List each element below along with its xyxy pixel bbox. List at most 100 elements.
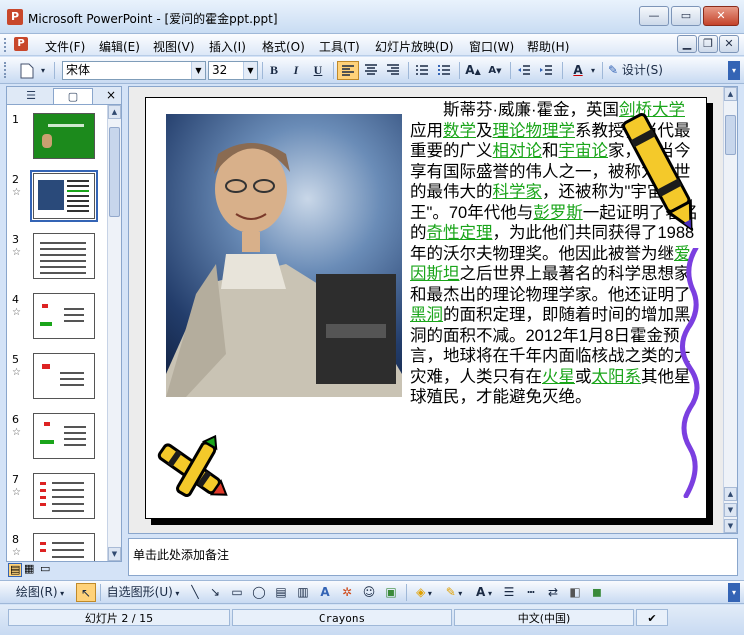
slideshow-view-icon[interactable]: ▭ [40, 563, 50, 575]
close-button[interactable]: ✕ [703, 6, 739, 26]
menu-insert[interactable]: 插入(I) [206, 37, 249, 56]
hawking-photo[interactable] [166, 114, 402, 397]
link-scientist[interactable]: 科学家 [493, 183, 543, 201]
chevron-down-icon[interactable]: ▼ [243, 62, 257, 79]
link-penrose[interactable]: 彭罗斯 [533, 204, 583, 222]
link-black-hole[interactable]: 黑洞 [410, 306, 443, 324]
font-color-button[interactable]: A [568, 61, 588, 80]
slide-thumbnail-7[interactable]: 7 ☆ [7, 473, 107, 527]
line-style-icon[interactable]: ☰ [500, 583, 518, 602]
slide-thumbnail-5[interactable]: 5 ☆ [7, 353, 107, 407]
link-solar-system[interactable]: 太阳系 [592, 368, 642, 386]
slide-scrollbar[interactable]: ▲ ▲ ▼ ▼ [723, 87, 737, 533]
link-theoretical-physics[interactable]: 理论物理学 [493, 122, 576, 140]
chevron-down-icon[interactable]: ▼ [191, 62, 205, 79]
thumbnail-image[interactable] [33, 113, 95, 159]
font-size-select[interactable]: 32 ▼ [208, 61, 258, 80]
bold-button[interactable]: B [264, 61, 284, 80]
tab-outline[interactable]: ☰ [11, 88, 51, 104]
increase-indent-button[interactable] [536, 61, 556, 80]
align-center-button[interactable] [361, 61, 381, 80]
vertical-textbox-icon[interactable]: ▥ [294, 583, 312, 602]
menubar-grip[interactable] [4, 38, 8, 52]
menu-edit[interactable]: 编辑(E) [96, 37, 143, 56]
thumbnail-image[interactable] [33, 533, 95, 561]
line-tool-icon[interactable]: ╲ [186, 583, 204, 602]
thumbnail-image[interactable] [33, 293, 95, 339]
scrollbar-thumb[interactable] [109, 127, 120, 217]
drawing-font-color-icon[interactable]: A ▾ [470, 583, 498, 602]
scrollbar-thumb[interactable] [725, 115, 736, 155]
increase-font-size-button[interactable]: A▲ [463, 61, 483, 80]
bullets-button[interactable] [434, 61, 454, 80]
thumbnail-image[interactable] [30, 170, 98, 222]
spelling-check-icon[interactable]: ✔ [636, 609, 668, 626]
crayon-clipart-top[interactable] [620, 100, 700, 240]
thumbnail-image[interactable] [33, 233, 95, 279]
normal-view-icon[interactable]: ▤ [8, 563, 23, 577]
crayons-clipart-bottom[interactable] [148, 428, 234, 512]
slide-sorter-view-icon[interactable]: ▦ [24, 563, 34, 575]
toolbar-options-icon[interactable]: ▾ [728, 61, 740, 80]
align-left-button[interactable] [337, 61, 359, 80]
slide-thumbnail-1[interactable]: 1 [7, 113, 107, 167]
decrease-indent-button[interactable] [514, 61, 534, 80]
wordart-icon[interactable]: A [316, 583, 334, 602]
new-file-dropdown-icon[interactable]: ▾ [38, 61, 48, 80]
menu-window[interactable]: 窗口(W) [466, 37, 517, 56]
design-button[interactable]: ✎ 设计(S) [608, 61, 670, 80]
maximize-button[interactable]: ▭ [671, 6, 701, 26]
font-color-dropdown-icon[interactable]: ▾ [588, 61, 598, 80]
line-color-icon[interactable]: ✎ ▾ [440, 583, 468, 602]
arrow-style-icon[interactable]: ⇄ [544, 583, 562, 602]
doc-restore-button[interactable]: ❐ [698, 35, 718, 53]
slide-thumbnail-6[interactable]: 6 ☆ [7, 413, 107, 467]
diagram-icon[interactable]: ✲ [338, 583, 356, 602]
3d-style-icon[interactable]: ◼ [588, 583, 606, 602]
doc-minimize-button[interactable]: ▁ [677, 35, 697, 53]
arrow-tool-icon[interactable]: ↘ [206, 583, 224, 602]
decrease-font-size-button[interactable]: A▼ [485, 61, 505, 80]
scroll-up-icon[interactable]: ▲ [108, 105, 121, 119]
slide-thumbnail-3[interactable]: 3 ☆ [7, 233, 107, 287]
drawbar-options-icon[interactable]: ▾ [728, 583, 740, 602]
doc-close-button[interactable]: ✕ [719, 35, 739, 53]
insert-picture-icon[interactable]: ▣ [382, 583, 400, 602]
new-file-icon[interactable] [16, 61, 38, 80]
menu-help[interactable]: 帮助(H) [524, 37, 572, 56]
shadow-style-icon[interactable]: ◧ [566, 583, 584, 602]
fill-color-icon[interactable]: ◈ ▾ [410, 583, 438, 602]
slide-thumbnail-8[interactable]: 8 ☆ [7, 533, 107, 561]
align-right-button[interactable] [383, 61, 403, 80]
thumbnail-image[interactable] [33, 473, 95, 519]
powerpoint-app-icon[interactable]: P [7, 9, 23, 25]
font-name-select[interactable]: 宋体 ▼ [62, 61, 206, 80]
rectangle-tool-icon[interactable]: ▭ [228, 583, 246, 602]
previous-slide-icon[interactable]: ▲ [724, 487, 737, 501]
dash-style-icon[interactable]: ┅ [522, 583, 540, 602]
link-cosmology[interactable]: 宇宙论 [559, 142, 609, 160]
menu-view[interactable]: 视图(V) [150, 37, 198, 56]
slide-thumbnail-4[interactable]: 4 ☆ [7, 293, 107, 347]
slide-thumbnail-2[interactable]: 2 ☆ [7, 170, 107, 227]
tab-slides[interactable]: ▢ [53, 88, 93, 104]
menu-tools[interactable]: 工具(T) [316, 37, 363, 56]
autoshapes-menu-button[interactable]: 自选图形(U) ▾ [104, 583, 182, 602]
numbering-button[interactable] [412, 61, 432, 80]
scroll-down-icon[interactable]: ▼ [108, 547, 121, 561]
notes-placeholder[interactable]: 单击此处添加备注 [133, 546, 229, 563]
slide-canvas[interactable]: 斯蒂芬·威廉·霍金，英国剑桥大学应用数学及理论物理学系教授，当代最重要的广义相对… [145, 97, 707, 519]
draw-menu-button[interactable]: 绘图(R) ▾ [8, 583, 72, 602]
next-slide-icon[interactable]: ▼ [724, 503, 737, 517]
notes-pane[interactable]: 单击此处添加备注 [128, 538, 738, 576]
minimize-button[interactable]: — [639, 6, 669, 26]
menu-format[interactable]: 格式(O) [259, 37, 308, 56]
toolbar-grip[interactable] [4, 62, 8, 78]
menu-file[interactable]: 文件(F) [42, 37, 88, 56]
textbox-tool-icon[interactable]: ▤ [272, 583, 290, 602]
select-objects-icon[interactable]: ↖ [76, 583, 96, 602]
underline-button[interactable]: U [308, 61, 328, 80]
link-mars[interactable]: 火星 [542, 368, 575, 386]
link-singularity-theorem[interactable]: 奇性定理 [427, 224, 493, 242]
scroll-down-icon[interactable]: ▼ [724, 519, 737, 533]
